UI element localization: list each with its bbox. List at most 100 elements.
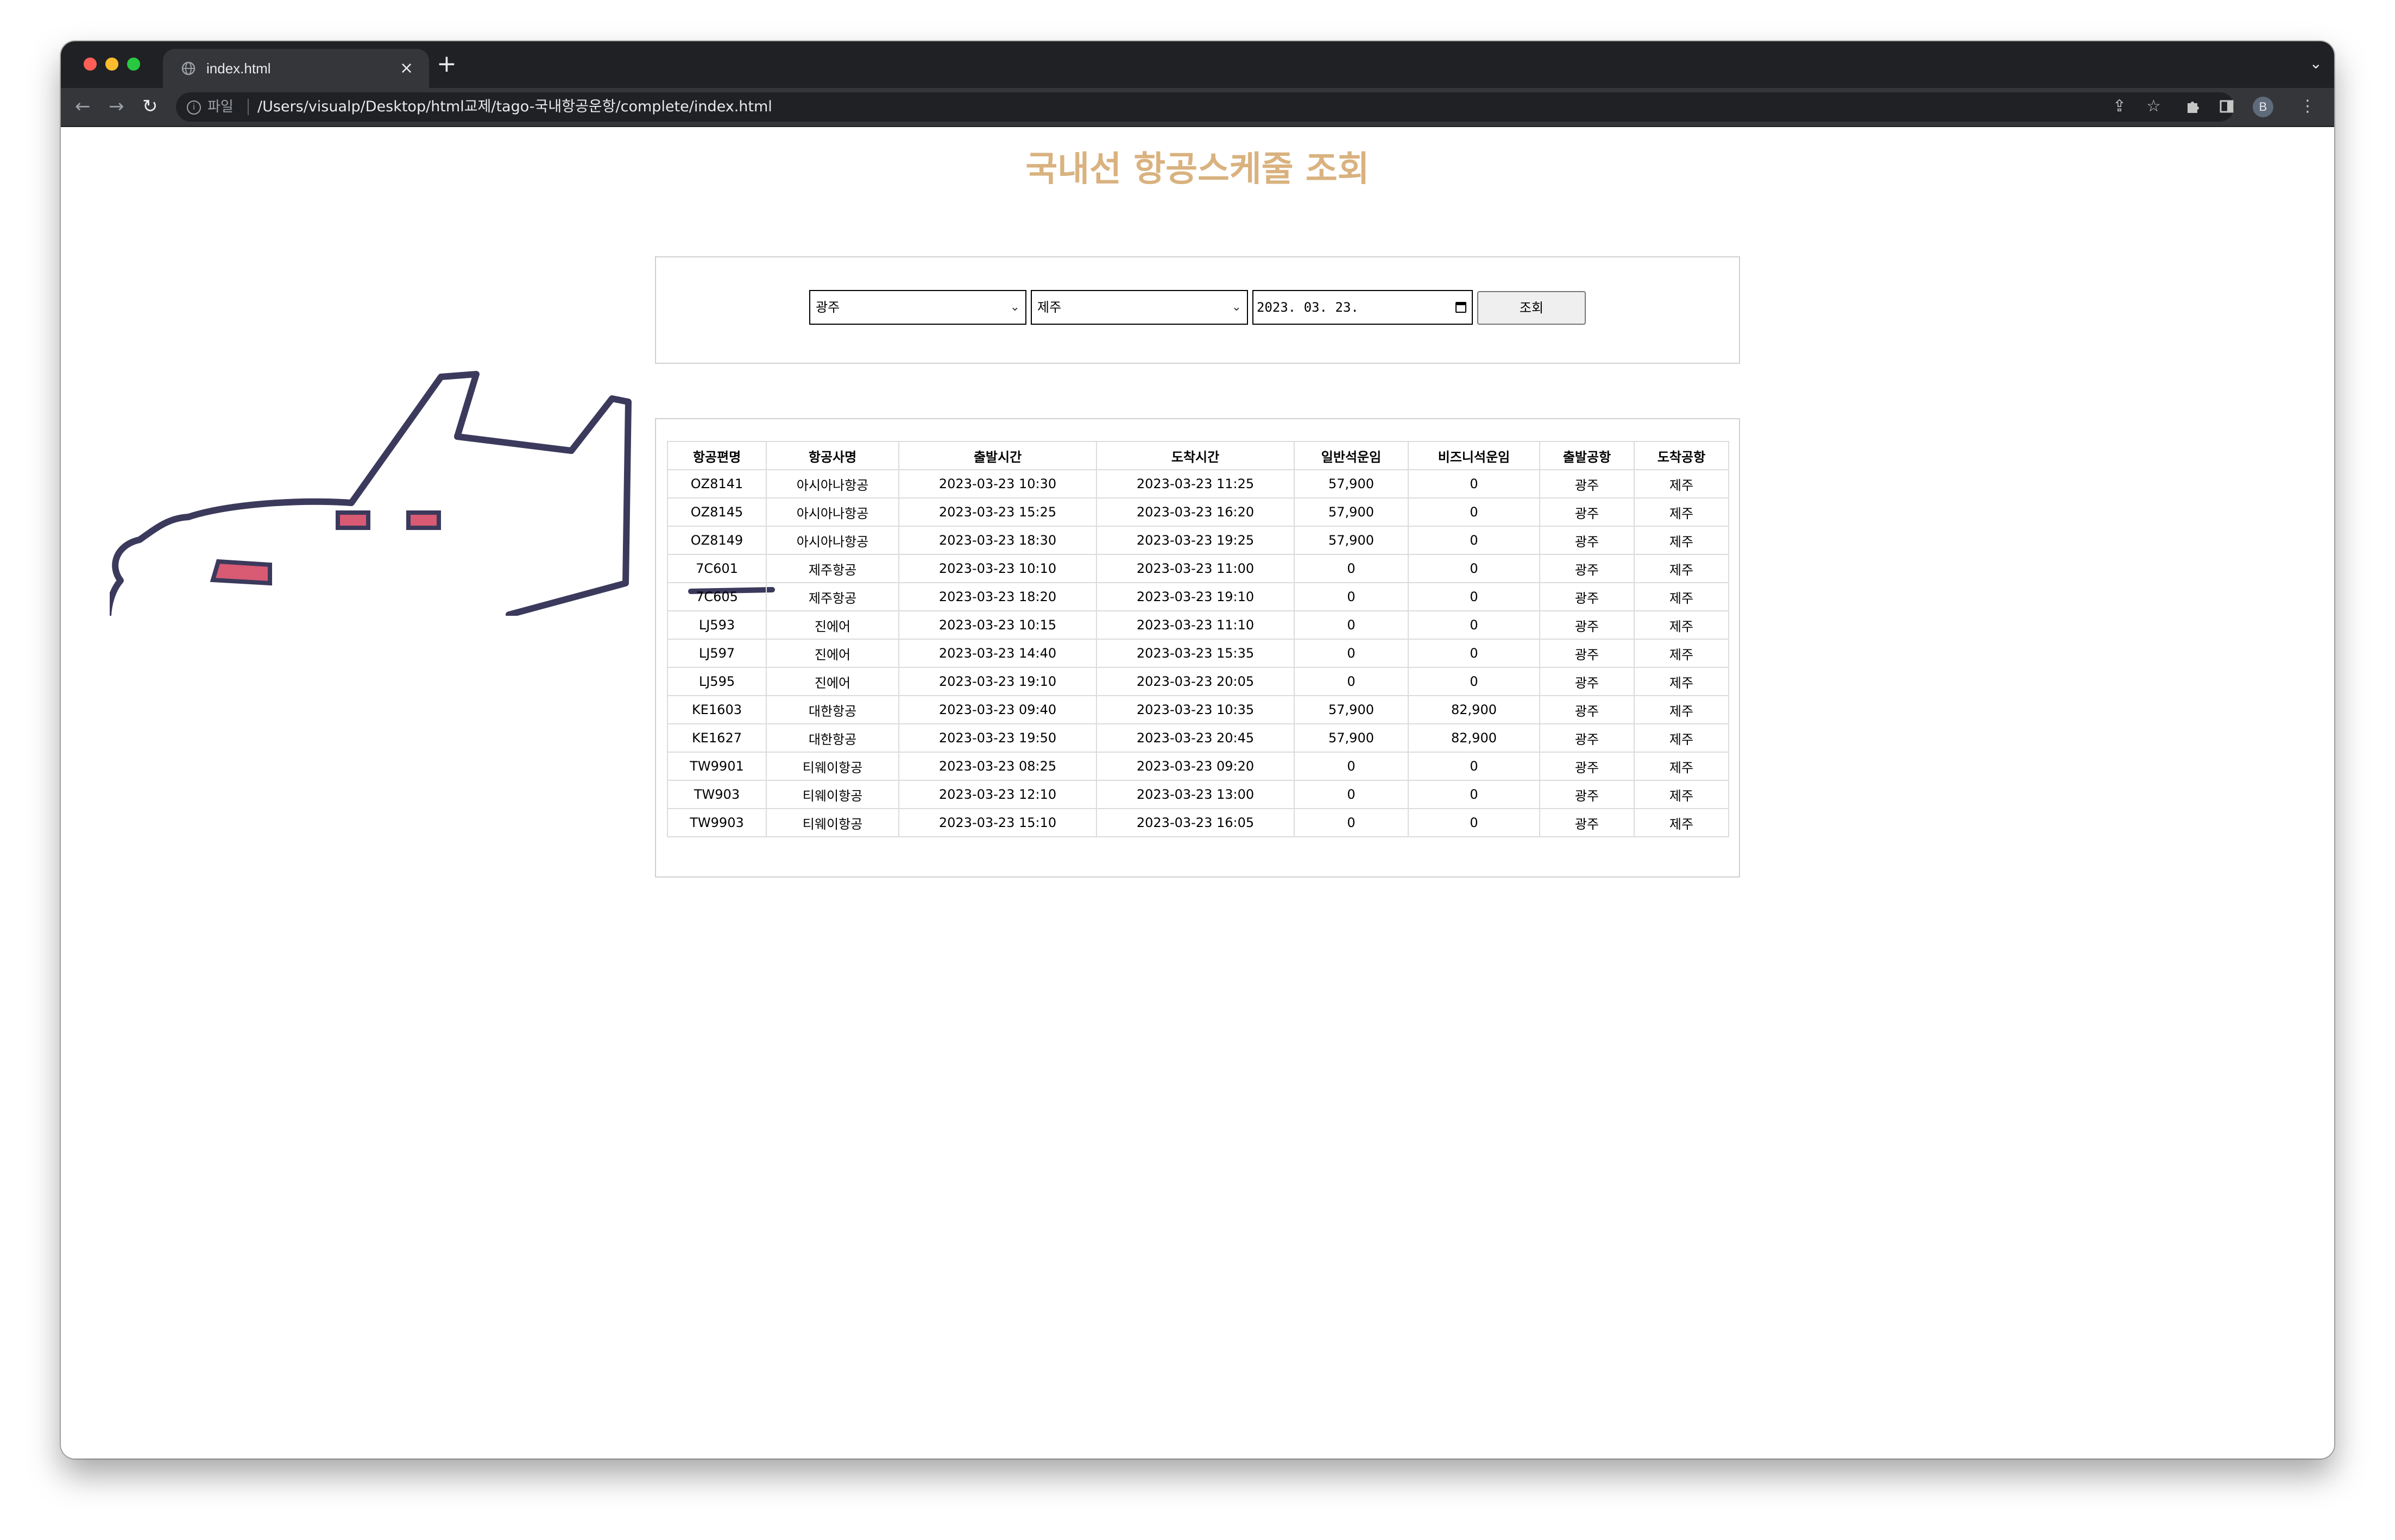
info-icon[interactable]: i <box>187 100 201 115</box>
browser-toolbar: ← → ↻ i 파일 /Users/visualp/Desktop/html교제… <box>61 88 2334 127</box>
table-cell: LJ593 <box>667 610 767 640</box>
table-row: LJ597 진에어 2023-03-23 14:40 2023-03-23 15:35… <box>667 639 1729 668</box>
date-input[interactable]: 2023. 03. 23. <box>1252 290 1473 325</box>
column-header: 항공편명 <box>667 441 767 470</box>
table-cell: 제주 <box>1634 723 1729 753</box>
chevron-down-icon: ⌄ <box>1231 300 1241 314</box>
table-cell: 0 <box>1408 610 1540 640</box>
share-icon[interactable]: ⇪ <box>2113 96 2126 117</box>
arrival-select-value: 제주 <box>1037 300 1062 315</box>
table-cell: 0 <box>1294 780 1409 809</box>
table-cell: 2023-03-23 11:25 <box>1096 469 1295 498</box>
table-cell: 제주 <box>1634 526 1729 555</box>
table-cell: 2023-03-23 19:10 <box>898 667 1097 696</box>
table-row: LJ593 진에어 2023-03-23 10:15 2023-03-23 11:10… <box>667 610 1729 640</box>
maximize-window-button[interactable] <box>127 58 140 71</box>
table-row: TW903 티웨이항공 2023-03-23 12:10 2023-03-23 13:… <box>667 780 1729 809</box>
kebab-menu-icon[interactable]: ⋮ <box>2299 96 2316 117</box>
table-cell: 광주 <box>1539 723 1635 753</box>
departure-select[interactable]: 광주 ⌄ <box>809 290 1026 325</box>
table-cell: 광주 <box>1539 808 1635 837</box>
star-icon[interactable]: ☆ <box>2146 96 2161 117</box>
table-cell: 2023-03-23 10:30 <box>898 469 1097 498</box>
table-cell: 2023-03-23 16:05 <box>1096 808 1295 837</box>
address-divider <box>248 99 249 115</box>
table-cell: LJ597 <box>667 639 767 668</box>
table-cell: 0 <box>1408 469 1540 498</box>
table-cell: 57,900 <box>1294 469 1409 498</box>
forward-icon[interactable]: → <box>109 96 124 117</box>
search-button[interactable]: 조회 <box>1477 291 1586 325</box>
departure-select-value: 광주 <box>816 300 840 315</box>
table-cell: OZ8141 <box>667 469 767 498</box>
table-cell: 광주 <box>1539 695 1635 724</box>
tab-index-html[interactable]: index.html × <box>163 49 429 88</box>
calendar-icon[interactable] <box>1455 302 1466 313</box>
table-cell: 2023-03-23 14:40 <box>898 639 1097 668</box>
minimize-window-button[interactable] <box>105 58 118 71</box>
table-cell: 0 <box>1408 497 1540 527</box>
table-row: OZ8149 아시아나항공 2023-03-23 18:30 2023-03-23 1… <box>667 526 1729 555</box>
url-text[interactable]: /Users/visualp/Desktop/html교제/tago-국내항공운… <box>257 99 772 115</box>
table-cell: 2023-03-23 15:25 <box>898 497 1097 527</box>
table-cell: 2023-03-23 18:30 <box>898 526 1097 555</box>
table-cell: 2023-03-23 16:20 <box>1096 497 1295 527</box>
close-window-button[interactable] <box>84 58 97 71</box>
table-cell: 2023-03-23 09:20 <box>1096 752 1295 781</box>
table-cell: 광주 <box>1539 469 1635 498</box>
reload-icon[interactable]: ↻ <box>142 96 158 117</box>
table-cell: 0 <box>1408 639 1540 668</box>
table-cell: 2023-03-23 19:50 <box>898 723 1097 753</box>
table-cell: 57,900 <box>1294 526 1409 555</box>
table-row: OZ8141 아시아나항공 2023-03-23 10:30 2023-03-23 1… <box>667 469 1729 498</box>
table-row: KE1603 대한항공 2023-03-23 09:40 2023-03-23 10:… <box>667 695 1729 724</box>
back-icon[interactable]: ← <box>75 96 91 117</box>
table-cell: 0 <box>1294 554 1409 583</box>
table-cell: TW9901 <box>667 752 767 781</box>
column-header: 항공사명 <box>766 441 899 470</box>
table-cell: 0 <box>1408 752 1540 781</box>
table-cell: 2023-03-23 15:35 <box>1096 639 1295 668</box>
table-cell: 제주 <box>1634 808 1729 837</box>
tab-search-icon[interactable]: ⌄ <box>2310 54 2322 72</box>
url-scheme-label: 파일 <box>207 99 234 115</box>
table-cell: 아시아나항공 <box>766 469 899 498</box>
table-cell: 진에어 <box>766 610 899 640</box>
address-bar[interactable]: i 파일 /Users/visualp/Desktop/html교제/tago-… <box>176 92 2234 122</box>
flight-schedule-table: 항공편명 항공사명 출발시간 도착시간 일반석운임 비즈니석운임 출발공항 도착… <box>667 441 1729 837</box>
table-cell: 7C605 <box>667 582 767 611</box>
table-cell: 0 <box>1408 582 1540 611</box>
table-cell: 2023-03-23 13:00 <box>1096 780 1295 809</box>
table-cell: 0 <box>1294 667 1409 696</box>
page-title: 국내선 항공스케줄 조회 <box>1025 149 1370 190</box>
table-cell: 2023-03-23 10:10 <box>898 554 1097 583</box>
table-cell: 제주 <box>1634 582 1729 611</box>
table-cell: 제주 <box>1634 610 1729 640</box>
table-cell: 광주 <box>1539 639 1635 668</box>
close-tab-icon[interactable]: × <box>400 59 413 78</box>
table-cell: 2023-03-23 08:25 <box>898 752 1097 781</box>
new-tab-button[interactable]: + <box>437 52 457 76</box>
table-cell: 대한항공 <box>766 695 899 724</box>
column-header: 도착시간 <box>1096 441 1295 470</box>
arrival-select[interactable]: 제주 ⌄ <box>1031 290 1248 325</box>
table-cell: 제주 <box>1634 469 1729 498</box>
table-cell: 광주 <box>1539 667 1635 696</box>
table-row: 7C601 제주항공 2023-03-23 10:10 2023-03-23 11:0… <box>667 554 1729 583</box>
table-cell: 0 <box>1294 808 1409 837</box>
table-cell: 2023-03-23 20:05 <box>1096 667 1295 696</box>
puzzle-icon[interactable] <box>2185 99 2201 114</box>
table-cell: 진에어 <box>766 639 899 668</box>
table-cell: 0 <box>1408 526 1540 555</box>
table-cell: 광주 <box>1539 610 1635 640</box>
table-cell: 광주 <box>1539 526 1635 555</box>
table-cell: 아시아나항공 <box>766 526 899 555</box>
globe-icon <box>181 61 196 75</box>
table-cell: 0 <box>1408 808 1540 837</box>
profile-avatar[interactable]: B <box>2253 97 2273 117</box>
table-cell: LJ595 <box>667 667 767 696</box>
table-cell: 7C601 <box>667 554 767 583</box>
table-cell: 2023-03-23 19:25 <box>1096 526 1295 555</box>
side-panel-icon[interactable] <box>2219 99 2234 114</box>
table-cell: 0 <box>1294 639 1409 668</box>
